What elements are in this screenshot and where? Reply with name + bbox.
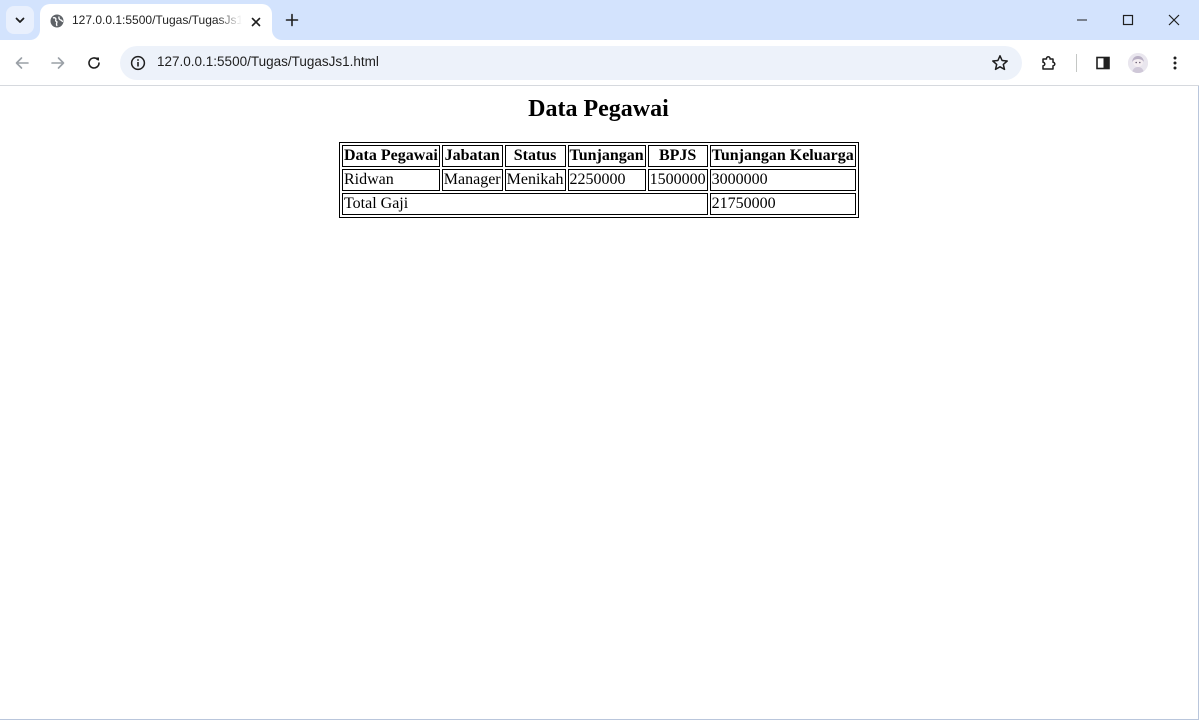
employee-table-wrapper: Data Pegawai Jabatan Status Tunjangan BP… — [339, 142, 859, 218]
info-icon — [130, 55, 146, 71]
forward-button[interactable] — [42, 47, 74, 79]
avatar[interactable] — [1128, 53, 1148, 73]
employee-table: Data Pegawai Jabatan Status Tunjangan BP… — [339, 142, 859, 218]
close-window-button[interactable] — [1151, 0, 1197, 40]
tab-strip: 127.0.0.1:5500/Tugas/TugasJs1.html — [0, 0, 1199, 40]
header-status: Status — [504, 145, 566, 167]
cell-nama: Ridwan — [342, 169, 440, 191]
plus-icon — [285, 13, 299, 27]
cell-jabatan: Manager — [441, 169, 503, 191]
browser-window: 127.0.0.1:5500/Tugas/TugasJs1.html — [0, 0, 1199, 720]
page-title: Data Pegawai — [528, 96, 669, 122]
total-value: 21750000 — [709, 193, 856, 215]
reload-button[interactable] — [78, 47, 110, 79]
arrow-right-icon — [51, 57, 65, 69]
url-text[interactable]: 127.0.0.1:5500/Tugas/TugasJs1.html — [157, 54, 379, 69]
puzzle-icon — [1042, 56, 1056, 70]
minimize-icon — [1077, 19, 1087, 21]
cell-tunjangan: 2250000 — [567, 169, 646, 191]
tab-active[interactable]: 127.0.0.1:5500/Tugas/TugasJs1.html — [40, 4, 272, 40]
side-panel-button[interactable] — [1087, 47, 1119, 79]
total-label: Total Gaji — [342, 193, 708, 215]
profile-avatar-icon — [1128, 53, 1148, 73]
globe-icon — [50, 14, 64, 28]
minimize-button[interactable] — [1059, 0, 1105, 40]
table-header-row: Data Pegawai Jabatan Status Tunjangan BP… — [342, 145, 856, 167]
back-button[interactable] — [6, 47, 38, 79]
maximize-icon — [1122, 14, 1134, 26]
cell-bpjs: 1500000 — [647, 169, 708, 191]
star-icon — [992, 55, 1008, 71]
side-panel-icon — [1096, 56, 1110, 70]
address-bar[interactable]: 127.0.0.1:5500/Tugas/TugasJs1.html — [120, 46, 1022, 80]
extensions-button[interactable] — [1033, 47, 1065, 79]
total-row: Total Gaji 21750000 — [342, 193, 856, 215]
table-row: Ridwan Manager Menikah 2250000 1500000 3… — [342, 169, 856, 191]
close-icon — [1168, 14, 1180, 26]
tab-close-button[interactable] — [246, 12, 266, 32]
reload-icon — [88, 57, 100, 69]
bookmark-button[interactable] — [986, 49, 1014, 77]
page-content: Data Pegawai Data Pegawai Jabatan Status… — [0, 87, 1197, 719]
header-tunjangan: Tunjangan — [567, 145, 646, 167]
kebab-menu-icon — [1173, 56, 1177, 70]
arrow-left-icon — [15, 57, 29, 69]
toolbar-separator — [1076, 54, 1077, 72]
new-tab-button[interactable] — [280, 6, 304, 34]
maximize-button[interactable] — [1105, 0, 1151, 40]
tab-title: 127.0.0.1:5500/Tugas/TugasJs1.html — [72, 13, 242, 27]
header-data-pegawai: Data Pegawai — [342, 145, 440, 167]
chevron-down-icon — [15, 17, 25, 23]
cell-status: Menikah — [504, 169, 566, 191]
browser-toolbar: 127.0.0.1:5500/Tugas/TugasJs1.html — [0, 40, 1199, 86]
menu-button[interactable] — [1159, 47, 1191, 79]
cell-tunjangan-keluarga: 3000000 — [709, 169, 856, 191]
site-info-button[interactable] — [126, 51, 150, 75]
header-tunjangan-keluarga: Tunjangan Keluarga — [709, 145, 856, 167]
header-bpjs: BPJS — [647, 145, 708, 167]
close-icon — [251, 17, 261, 27]
header-jabatan: Jabatan — [441, 145, 503, 167]
